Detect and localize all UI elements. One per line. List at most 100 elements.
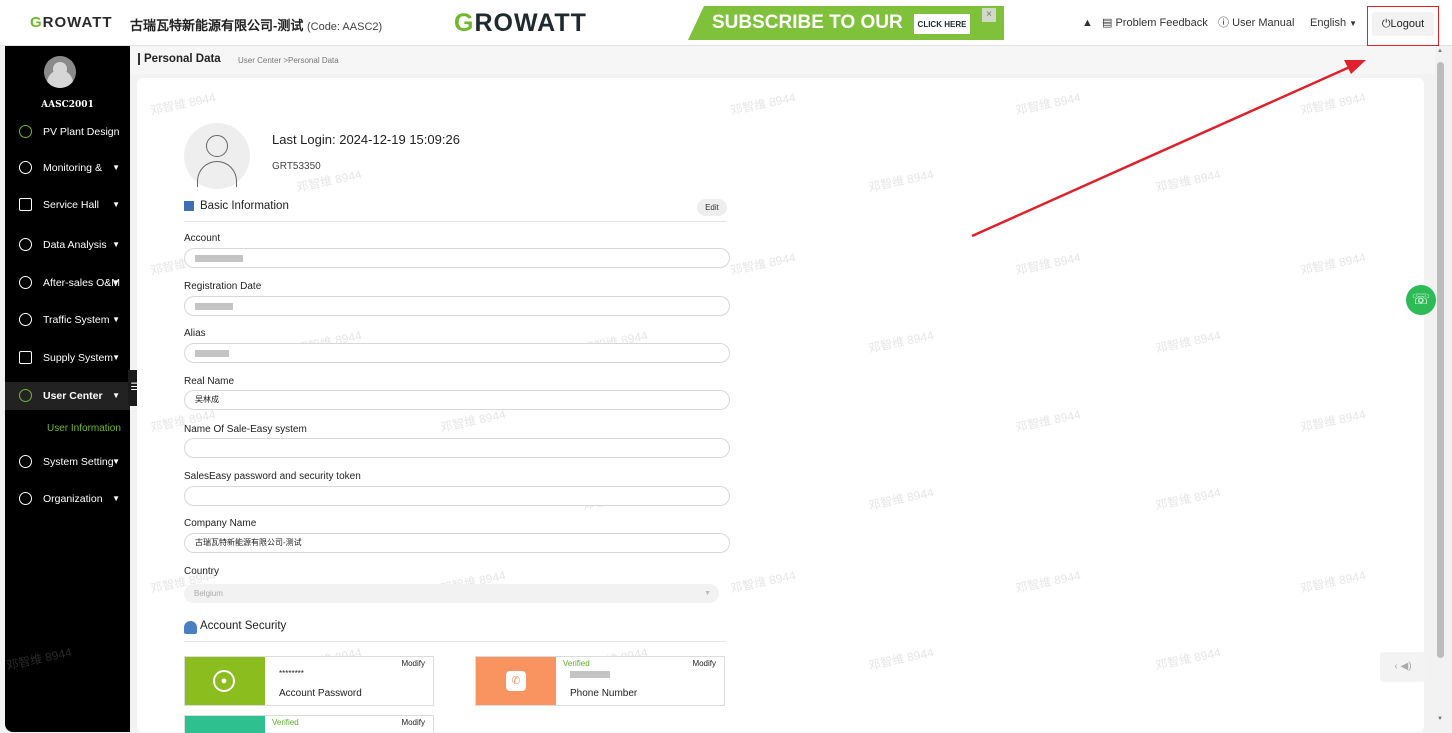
lock-icon: ● — [213, 670, 235, 692]
user-center-icon — [19, 389, 32, 402]
phone-icon: ✆ — [506, 671, 526, 691]
logo-initial: G — [30, 14, 43, 31]
security-token-field[interactable] — [184, 486, 730, 506]
phone-verified-badge: Verified — [563, 659, 590, 668]
scrollbar-thumb[interactable] — [1437, 62, 1444, 658]
top-bar: GROWATT 古瑞瓦特新能源有限公司-测试 (Code: AASC2) GRO… — [0, 0, 1452, 46]
system-setting-icon — [19, 455, 32, 468]
monitoring-icon — [19, 161, 32, 174]
sidebar-item-monitoring[interactable]: Monitoring & ▼ — [5, 154, 130, 182]
language-select[interactable]: English ▼ — [1310, 0, 1357, 46]
sidebar-item-label: Traffic System — [43, 314, 110, 326]
redacted-value — [570, 671, 610, 678]
sidebar-item-traffic-system[interactable]: Traffic System ▼ — [5, 306, 130, 334]
scroll-up-icon[interactable]: ▲ — [1437, 48, 1443, 54]
banner-click-here-button[interactable]: CLICK HERE — [914, 14, 970, 34]
vertical-scrollbar[interactable]: ▲ ▼ — [1435, 46, 1447, 732]
company-code: (Code: AASC2) — [306, 21, 383, 33]
users-icon — [184, 621, 197, 634]
sidebar-item-label: After-sales O&M — [43, 277, 121, 289]
document-icon — [184, 201, 194, 211]
sidebar-username: AASC2001 — [41, 100, 94, 110]
customer-service-icon[interactable]: ☏ — [1406, 285, 1436, 315]
chevron-down-icon: ▼ — [112, 240, 120, 249]
real-name-field[interactable]: 吴林成 — [184, 390, 730, 410]
modify-phone-button[interactable]: Modify — [692, 659, 716, 668]
basic-information-title: Basic Information — [200, 200, 289, 212]
sound-toggle-button[interactable]: ‹ ◀) — [1380, 652, 1426, 682]
alias-field[interactable] — [184, 343, 730, 363]
avatar[interactable] — [44, 56, 76, 88]
modify-password-button[interactable]: Modify — [401, 659, 425, 668]
sidebar-item-label: Organization — [43, 493, 103, 505]
power-icon: ⏻ — [1381, 18, 1391, 30]
sidebar-item-organization[interactable]: Organization ▼ — [5, 485, 130, 513]
scroll-down-icon[interactable]: ▼ — [1437, 716, 1443, 722]
account-security-header: Account Security — [184, 620, 726, 642]
sidebar-item-label: System Setting — [43, 456, 114, 468]
sidebar-item-system-setting[interactable]: System Setting ▼ — [5, 448, 130, 476]
edit-button[interactable]: Edit — [697, 199, 727, 216]
growatt-logo[interactable]: GROWATT — [30, 14, 113, 31]
phone-number-label: Phone Number — [570, 688, 638, 699]
phone-tile: ✆ — [476, 657, 556, 705]
pv-design-icon — [19, 125, 32, 138]
sidebar-item-label: Data Analysis — [43, 239, 107, 251]
registration-date-field[interactable] — [184, 296, 730, 316]
user-manual-link[interactable]: ⓘ User Manual — [1218, 0, 1294, 46]
data-analysis-icon — [19, 238, 32, 251]
sidebar-item-supply-system[interactable]: Supply System ▼ — [5, 344, 130, 372]
chevron-down-icon: ▼ — [704, 590, 711, 597]
chevron-left-icon: ‹ — [1394, 661, 1398, 672]
redacted-value — [195, 303, 233, 310]
problem-feedback-link[interactable]: ▤ Problem Feedback — [1102, 0, 1208, 46]
modify-email-button[interactable]: Modify — [401, 718, 425, 727]
user-icon-body — [197, 161, 237, 187]
country-select[interactable]: Belgium ▼ — [184, 584, 719, 603]
account-label: Account — [184, 233, 221, 244]
sidebar-item-service-hall[interactable]: Service Hall ▼ — [5, 191, 130, 219]
chevron-down-icon: ▼ — [112, 315, 120, 324]
close-icon[interactable]: × — [982, 8, 996, 22]
user-icon — [206, 135, 228, 157]
logout-button[interactable]: ⏻Logout — [1372, 12, 1434, 36]
supply-icon — [19, 351, 32, 364]
language-label: English — [1310, 17, 1347, 29]
account-security-title: Account Security — [200, 620, 287, 632]
sidebar-item-label: Supply System — [43, 352, 114, 364]
sidebar-item-label: Monitoring & — [43, 162, 102, 174]
logo-text: ROWATT — [42, 14, 113, 31]
security-token-label: SalesEasy password and security token — [184, 471, 361, 482]
last-login: Last Login: 2024-12-19 15:09:26 — [272, 132, 460, 147]
sidebar-item-after-sales[interactable]: After-sales O&M ▼ — [5, 269, 130, 297]
sidebar-item-user-center[interactable]: User Center ▼ — [5, 382, 130, 410]
email-card: Verified Modify — [184, 715, 434, 733]
speaker-icon: ◀) — [1400, 661, 1412, 672]
chevron-down-icon: ▼ — [112, 391, 120, 400]
country-label: Country — [184, 566, 220, 577]
password-value: ******** — [279, 669, 304, 678]
company-name-field[interactable]: 古瑞瓦特新能源有限公司-测试 — [184, 533, 730, 553]
sidebar-item-data-analysis[interactable]: Data Analysis ▼ — [5, 231, 130, 259]
registration-date-label: Registration Date — [184, 281, 262, 292]
email-verified-badge: Verified — [272, 718, 299, 727]
chevron-down-icon: ▼ — [112, 163, 120, 172]
user-manual-label: User Manual — [1232, 17, 1295, 29]
newsletter-banner[interactable]: GROWATT SUBSCRIBE TO OUR NEWSLETTER CLIC… — [452, 6, 1004, 40]
sidebar-subitem-user-information[interactable]: User Information — [5, 416, 130, 442]
sidebar-item-label: User Center — [43, 390, 103, 402]
sale-easy-name-label: Name Of Sale-Easy system — [184, 424, 307, 435]
after-sales-icon — [19, 276, 32, 289]
bell-icon[interactable]: ▲ — [1082, 0, 1093, 46]
sidebar: AASC2001 PV Plant Design Monitoring & ▼ … — [5, 46, 130, 732]
help-circle-icon: ⓘ — [1218, 17, 1229, 29]
feedback-icon: ▤ — [1102, 17, 1113, 29]
account-password-label: Account Password — [279, 688, 362, 699]
account-field[interactable] — [184, 248, 730, 268]
sidebar-item-pv-plant-design[interactable]: PV Plant Design — [5, 118, 130, 146]
profile-avatar[interactable] — [184, 123, 250, 189]
chevron-down-icon: ▼ — [112, 353, 120, 362]
phone-number-card: ✆ Verified Modify Phone Number — [475, 656, 725, 706]
sale-easy-name-field[interactable] — [184, 438, 730, 458]
phone-value — [570, 669, 610, 680]
